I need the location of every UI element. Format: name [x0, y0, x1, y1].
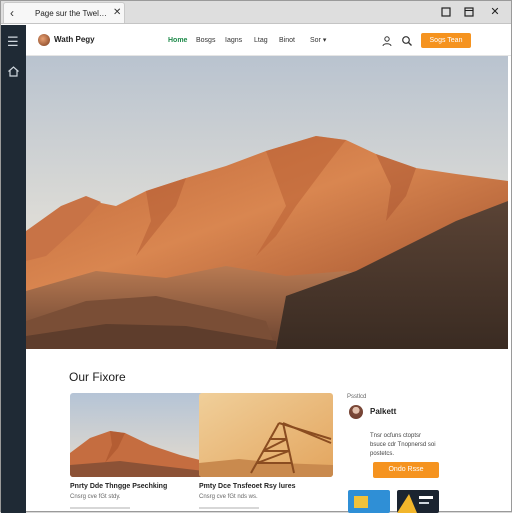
sidebar-label: Psstlcd	[347, 394, 367, 400]
chevron-down-icon: ▾	[320, 37, 327, 44]
article-card[interactable]: Pnrty Dde Thngge Psechking Cnsrg cve fGt…	[70, 393, 204, 513]
search-icon[interactable]	[401, 34, 413, 46]
browser-window: ‹ Page sur the Twelaaon... ✕ ✕ ☰ Wath Pe…	[0, 0, 512, 513]
site-header: Wath Pegy Home Bosgs Iagns Ltag Binot So…	[26, 25, 511, 56]
avatar[interactable]	[349, 405, 363, 419]
nav-item[interactable]: Ltag	[254, 36, 268, 46]
browser-tab[interactable]: ‹ Page sur the Twelaaon... ✕	[3, 2, 125, 23]
section-title: Our Fixore	[69, 370, 126, 384]
restore-icon[interactable]	[462, 5, 476, 19]
nav-item[interactable]: Bosgs	[196, 36, 215, 46]
card-divider	[199, 507, 259, 509]
card-image[interactable]	[70, 393, 204, 477]
minimize-icon[interactable]	[439, 5, 453, 19]
sidebar-cta-button[interactable]: Ondo Rsse	[373, 462, 439, 478]
user-icon[interactable]	[381, 34, 393, 47]
nav-item[interactable]: Binot	[279, 36, 295, 46]
card-divider	[70, 507, 130, 509]
card-title[interactable]: Pmty Dce Tnsfeoet Rsy lures	[199, 482, 333, 492]
header-cta-button[interactable]: Sogs Tean	[421, 33, 471, 48]
card-subtitle: Cnsrg cve fGt stdy.	[70, 494, 121, 500]
home-icon[interactable]	[7, 65, 20, 78]
title-bar: ‹ Page sur the Twelaaon... ✕ ✕	[1, 1, 511, 24]
brand-name[interactable]: Wath Pegy	[54, 34, 104, 46]
hero-image	[26, 56, 508, 349]
nav-home[interactable]: Home	[168, 36, 187, 46]
thumbnail-image[interactable]	[397, 490, 439, 513]
hamburger-menu-icon[interactable]: ☰	[7, 35, 20, 48]
nav-item[interactable]: Iagns	[225, 36, 242, 46]
card-subtitle: Cnsrg cve fGt nds ws.	[199, 494, 258, 500]
tab-title: Page sur the Twelaaon...	[35, 9, 111, 18]
author-name[interactable]: Palkett	[370, 406, 430, 417]
back-arrow-icon[interactable]: ‹	[10, 6, 22, 20]
nav-dropdown-label: Sor	[310, 37, 321, 44]
card-title[interactable]: Pnrty Dde Thngge Psechking	[70, 482, 204, 492]
sidebar-text-line: Tnsr ocfuns ctoptsr	[370, 433, 422, 439]
article-card[interactable]: Pmty Dce Tnsfeoet Rsy lures Cnsrg cve fG…	[199, 393, 333, 513]
card-image[interactable]	[199, 393, 333, 477]
close-icon[interactable]: ✕	[113, 7, 123, 19]
thumbnail-image[interactable]	[348, 490, 390, 513]
logo[interactable]	[38, 34, 50, 46]
sidebar-text-line: bsuce cdr Tnopnersd soi	[370, 442, 436, 448]
side-rail: ☰	[1, 25, 26, 513]
sidebar-text-line: postetcs.	[370, 451, 395, 457]
nav-item-dropdown[interactable]: Sor ▾	[310, 36, 326, 46]
close-window-icon[interactable]: ✕	[488, 5, 502, 19]
